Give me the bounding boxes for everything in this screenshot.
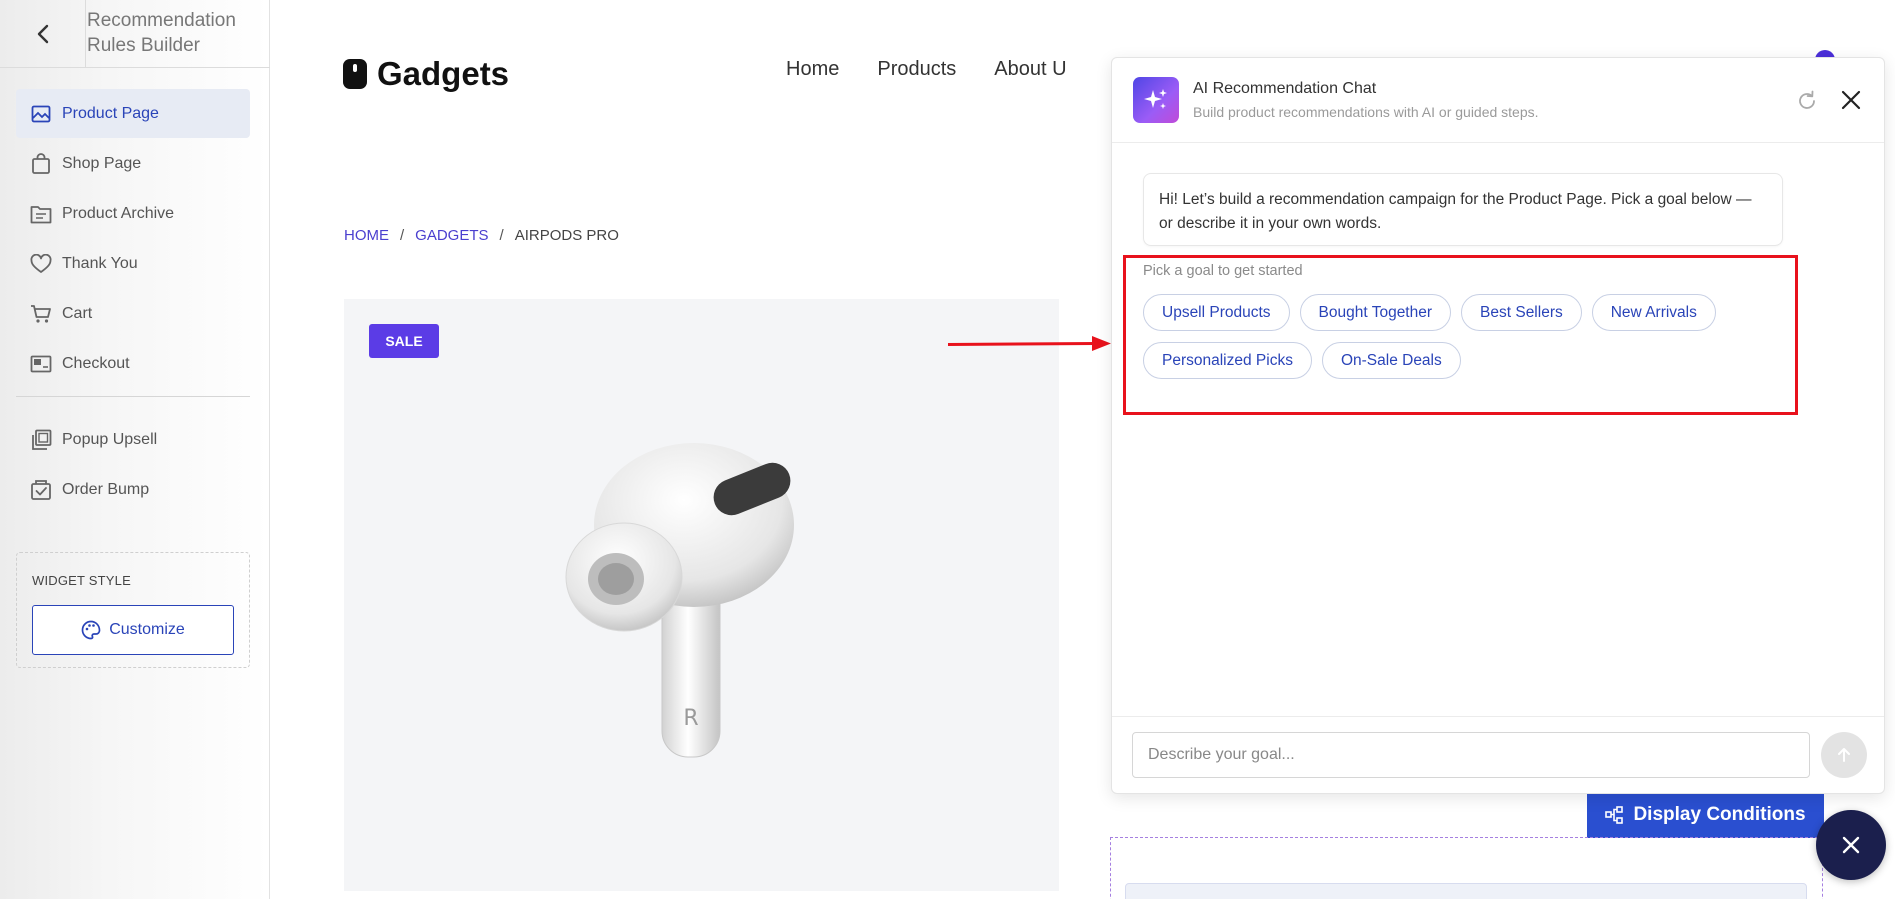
reset-chat-button[interactable] — [1794, 88, 1820, 114]
goal-chips: Upsell Products Bought Together Best Sel… — [1143, 294, 1743, 390]
close-icon — [1842, 836, 1860, 854]
goal-chip-upsell-products[interactable]: Upsell Products — [1143, 294, 1290, 331]
sidebar-menu: Product Page Shop Page Product Archive T… — [16, 89, 250, 515]
sidebar-item-popup-upsell[interactable]: Popup Upsell — [16, 415, 250, 464]
product-image-gallery: SALE R — [344, 299, 1059, 891]
ai-recommendation-chat-panel: AI Recommendation Chat Build product rec… — [1111, 57, 1885, 794]
display-conditions-button[interactable]: Display Conditions — [1587, 791, 1824, 838]
chat-composer — [1112, 716, 1884, 793]
sidebar-header: Recommendation Rules Builder — [0, 0, 270, 68]
close-icon — [1841, 90, 1861, 110]
shopping-bag-icon — [30, 152, 52, 175]
earbud-side-mark: R — [683, 706, 698, 731]
image-icon — [30, 103, 52, 125]
sidebar: Recommendation Rules Builder Product Pag… — [0, 0, 270, 899]
sidebar-item-label: Shop Page — [62, 154, 142, 172]
goal-chip-personalized-picks[interactable]: Personalized Picks — [1143, 342, 1312, 379]
close-chat-button[interactable] — [1837, 86, 1865, 114]
sidebar-divider — [16, 396, 250, 397]
cart-icon — [30, 303, 52, 325]
widget-style-label: WIDGET STYLE — [32, 573, 131, 588]
sidebar-item-product-archive[interactable]: Product Archive — [16, 189, 250, 238]
widget-style-section: WIDGET STYLE Customize — [16, 552, 250, 668]
sidebar-item-label: Product Page — [62, 104, 159, 122]
sidebar-item-label: Checkout — [62, 354, 130, 372]
order-bump-icon — [30, 479, 52, 501]
breadcrumb-separator: / — [400, 227, 405, 244]
sidebar-item-thank-you[interactable]: Thank You — [16, 239, 250, 288]
breadcrumb-home[interactable]: HOME — [344, 227, 389, 244]
heart-icon — [30, 253, 52, 275]
chat-header: AI Recommendation Chat Build product rec… — [1112, 58, 1884, 143]
chat-subtitle: Build product recommendations with AI or… — [1193, 104, 1539, 120]
sidebar-item-order-bump[interactable]: Order Bump — [16, 465, 250, 514]
nav-products[interactable]: Products — [877, 58, 956, 81]
archive-icon — [30, 203, 52, 225]
sidebar-item-label: Popup Upsell — [62, 430, 158, 448]
sidebar-item-shop-page[interactable]: Shop Page — [16, 139, 250, 188]
nav-home[interactable]: Home — [786, 58, 839, 81]
sale-badge: SALE — [369, 324, 439, 358]
breadcrumb-current: AIRPODS PRO — [514, 227, 619, 244]
palette-icon — [81, 620, 101, 640]
chevron-left-icon — [37, 24, 48, 43]
breadcrumb-separator: / — [499, 227, 504, 244]
popup-icon — [30, 429, 52, 451]
breadcrumb: HOME / GADGETS / AIRPODS PRO — [344, 227, 619, 244]
mouse-logo-icon — [343, 59, 367, 89]
arrow-up-icon — [1838, 748, 1850, 762]
red-arrow-annotation — [947, 336, 1111, 351]
sidebar-title: Recommendation Rules Builder — [87, 10, 236, 56]
sidebar-item-label: Order Bump — [62, 480, 150, 498]
sidebar-item-label: Product Archive — [62, 204, 175, 222]
flow-icon — [1605, 805, 1624, 824]
sidebar-item-label: Cart — [62, 304, 93, 322]
goal-prompt-label: Pick a goal to get started — [1143, 263, 1303, 279]
sidebar-item-checkout[interactable]: Checkout — [16, 339, 250, 388]
goal-chip-new-arrivals[interactable]: New Arrivals — [1591, 294, 1716, 331]
store-logo-text: Gadgets — [377, 55, 510, 92]
breadcrumb-category[interactable]: GADGETS — [415, 227, 488, 244]
refresh-icon — [1799, 90, 1815, 109]
close-chat-fab[interactable] — [1816, 810, 1886, 880]
nav-about[interactable]: About U — [994, 58, 1066, 81]
sparkles-icon — [1133, 77, 1179, 123]
sidebar-item-cart[interactable]: Cart — [16, 289, 250, 338]
display-conditions-label: Display Conditions — [1633, 803, 1806, 825]
widget-preview-block — [1125, 883, 1807, 899]
goal-description-input[interactable] — [1132, 732, 1810, 778]
send-button[interactable] — [1821, 732, 1867, 778]
earbud-product-image: R — [565, 443, 794, 758]
chat-title: AI Recommendation Chat — [1193, 80, 1377, 97]
assistant-message: Hi! Let’s build a recommendation campaig… — [1143, 173, 1783, 246]
checkout-icon — [30, 353, 52, 375]
sidebar-item-product-page[interactable]: Product Page — [16, 89, 250, 138]
store-logo[interactable]: Gadgets — [343, 55, 509, 93]
goal-chip-best-sellers[interactable]: Best Sellers — [1461, 294, 1582, 331]
store-nav: Home Products About U — [786, 58, 1105, 81]
customize-label: Customize — [109, 621, 185, 638]
goal-chip-on-sale-deals[interactable]: On-Sale Deals — [1321, 342, 1461, 379]
goal-chip-bought-together[interactable]: Bought Together — [1299, 294, 1452, 331]
back-button[interactable] — [0, 0, 86, 67]
customize-button[interactable]: Customize — [32, 605, 234, 655]
sidebar-item-label: Thank You — [62, 254, 138, 272]
